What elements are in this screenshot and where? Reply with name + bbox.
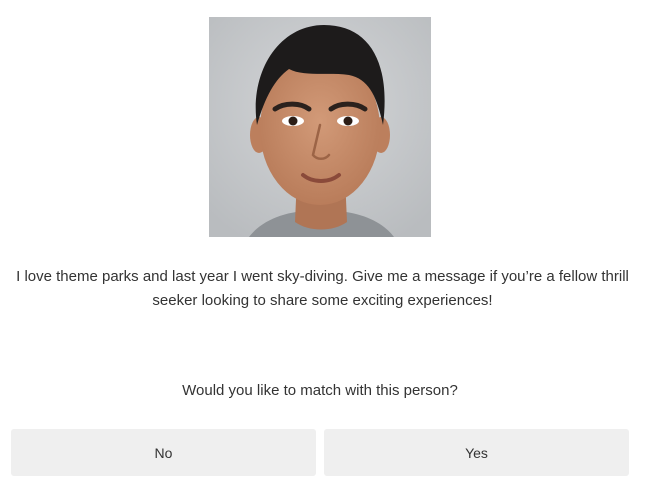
match-question: Would you like to match with this person… [182,382,458,399]
yes-button[interactable]: Yes [324,429,629,476]
profile-photo [209,17,431,237]
profile-bio: I love theme parks and last year I went … [16,268,629,309]
no-button[interactable]: No [11,429,316,476]
match-page: I love theme parks and last year I went … [0,0,645,502]
profile-photo-illustration [209,17,431,237]
